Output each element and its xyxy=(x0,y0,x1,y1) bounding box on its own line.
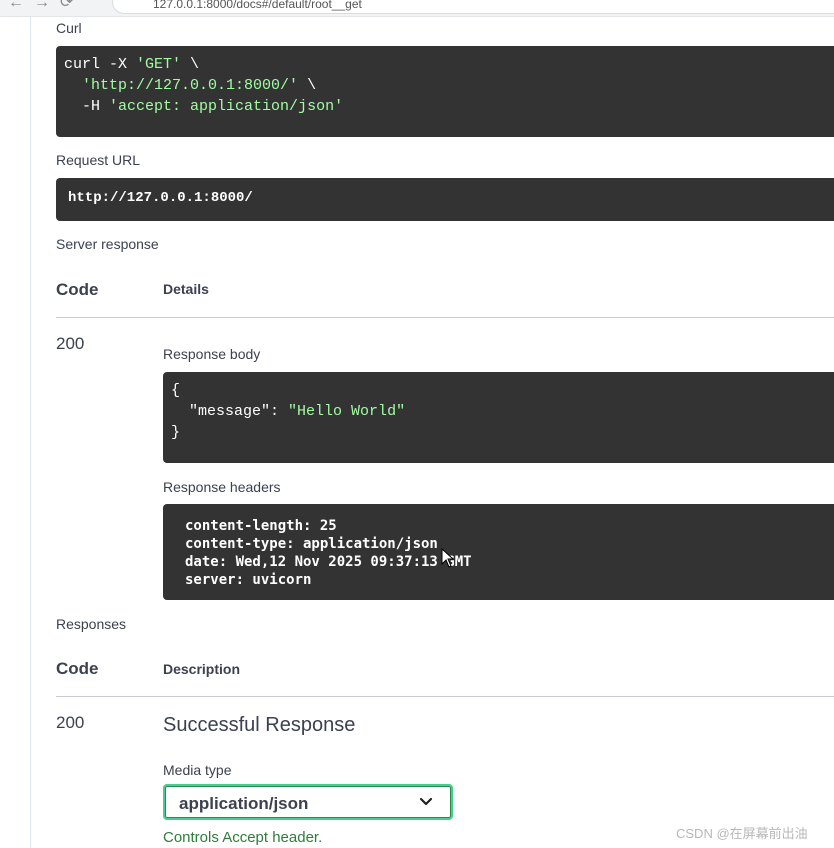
response-description: Successful Response xyxy=(163,714,356,736)
browser-nav-icons[interactable]: ←→⟳ xyxy=(8,0,83,12)
responses-code-header: Code xyxy=(56,659,99,678)
request-url-label: Request URL xyxy=(56,152,141,168)
body-key: "message": xyxy=(189,403,289,420)
server-response-label: Server response xyxy=(56,236,159,252)
curl-cmd: curl -X xyxy=(64,56,137,73)
request-url-block[interactable]: http://127.0.0.1:8000/ xyxy=(56,178,834,221)
server-response-code-header: Code xyxy=(56,280,99,299)
response-header-line: date: Wed,12 Nov 2025 09:37:13 GMT xyxy=(185,554,472,570)
media-type-value: application/json xyxy=(179,794,309,813)
curl-method: 'GET' xyxy=(136,56,182,73)
response-body-block[interactable]: { "message": "Hello World" } xyxy=(163,372,834,463)
chevron-down-icon xyxy=(419,797,433,806)
media-type-label: Media type xyxy=(163,762,232,778)
browser-toolbar: ←→⟳ 127.0.0.1:8000/docs#/default/root__g… xyxy=(0,0,834,17)
curl-line1-end: \ xyxy=(181,56,200,73)
server-response-details-header: Details xyxy=(163,281,209,297)
curl-flag: -H xyxy=(82,98,110,115)
curl-code-block[interactable]: curl -X 'GET' \ 'http://127.0.0.1:8000/'… xyxy=(56,46,834,137)
response-header-line: server: uvicorn xyxy=(185,572,312,588)
address-bar[interactable]: 127.0.0.1:8000/docs#/default/root__get xyxy=(112,0,834,14)
address-bar-text: 127.0.0.1:8000/docs#/default/root__get xyxy=(153,0,362,11)
response-headers-label: Response headers xyxy=(163,479,281,495)
responses-code: 200 xyxy=(56,713,85,732)
response-header-line: content-type: application/json xyxy=(185,536,438,552)
responses-description-header: Description xyxy=(163,661,241,677)
curl-label: Curl xyxy=(56,20,82,36)
divider xyxy=(56,317,834,318)
mouse-cursor-icon xyxy=(441,548,455,568)
request-url-value: http://127.0.0.1:8000/ xyxy=(68,190,253,206)
section-border xyxy=(30,17,31,848)
body-open: { xyxy=(171,382,181,399)
watermark: CSDN @在屏幕前出油 xyxy=(676,826,808,841)
responses-label: Responses xyxy=(56,616,127,632)
response-body-label: Response body xyxy=(163,346,261,362)
curl-header: 'accept: application/json' xyxy=(109,98,344,115)
controls-accept-text: Controls Accept header. xyxy=(163,829,323,846)
divider xyxy=(56,696,834,697)
response-headers-block[interactable]: content-length: 25 content-type: applica… xyxy=(163,504,834,600)
body-value: "Hello World" xyxy=(288,403,406,420)
body-close: } xyxy=(171,424,181,441)
media-type-select[interactable]: application/json xyxy=(163,784,453,820)
curl-line2-end: \ xyxy=(298,77,317,94)
server-response-code: 200 xyxy=(56,334,85,353)
response-header-line: content-length: 25 xyxy=(185,518,337,534)
curl-url: 'http://127.0.0.1:8000/' xyxy=(82,77,299,94)
